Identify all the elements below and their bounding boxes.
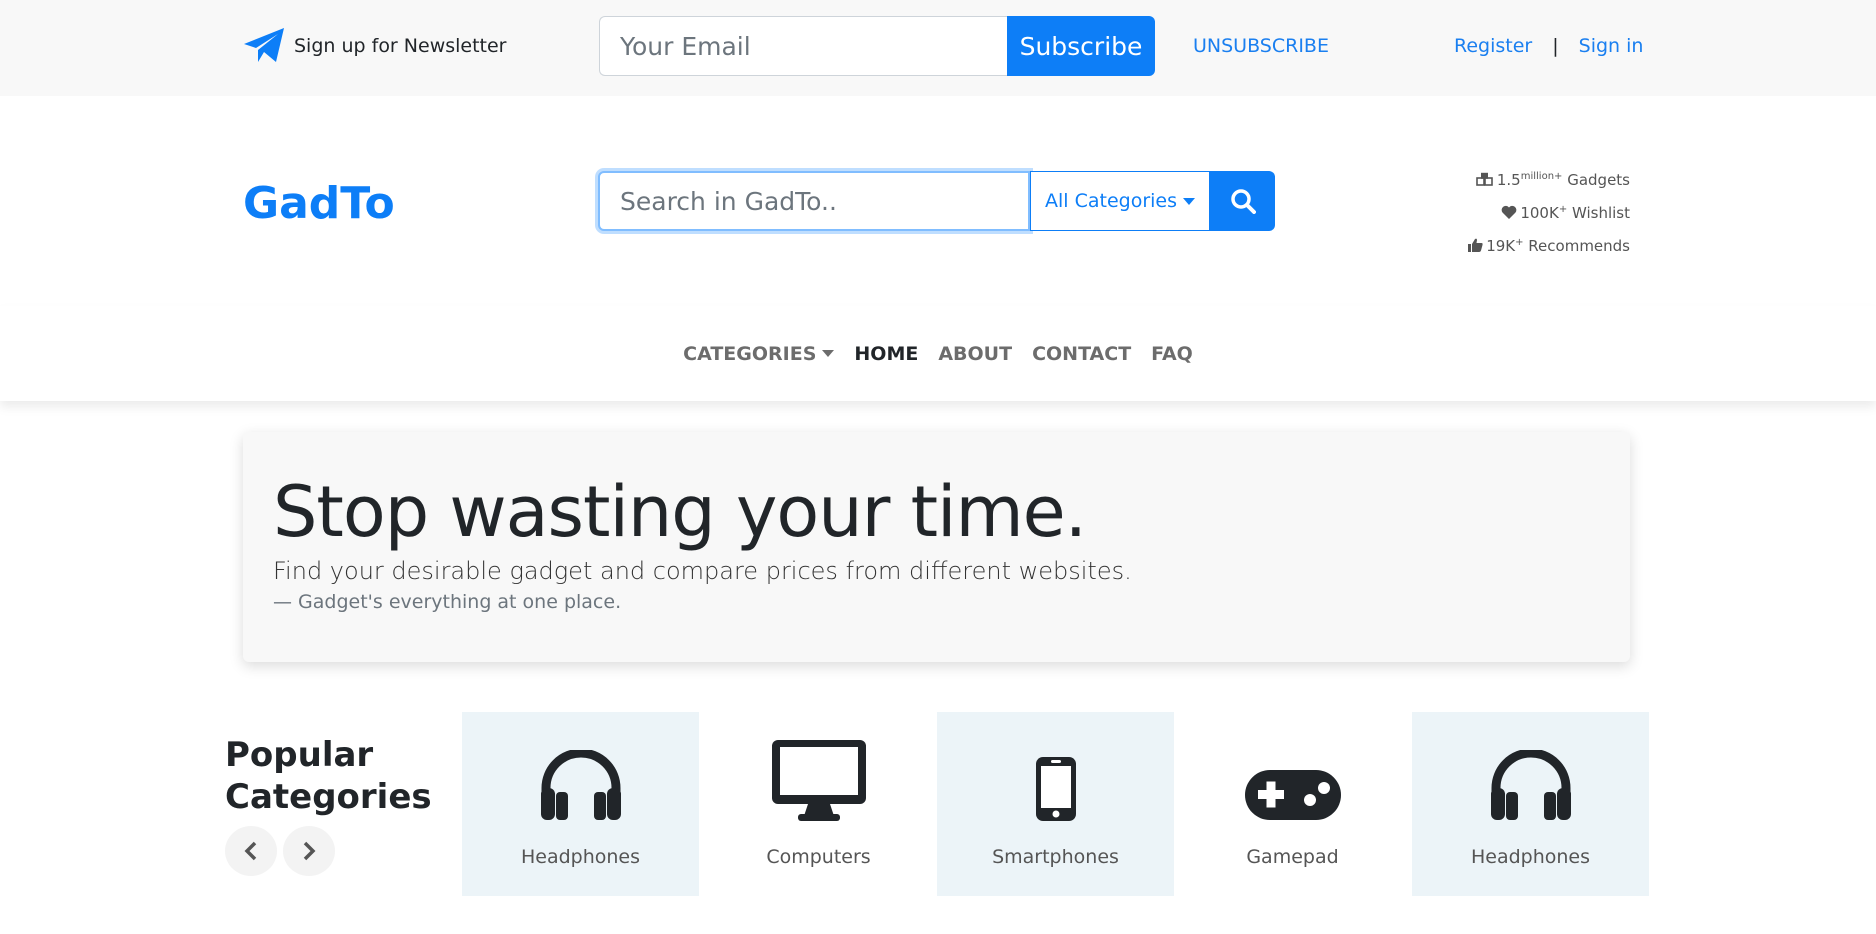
- category-card-label: Smartphones: [992, 846, 1119, 868]
- chevron-left-icon: [244, 841, 257, 861]
- search-input[interactable]: [598, 171, 1030, 231]
- stat-recommends-value: 19K: [1486, 237, 1516, 255]
- popular-categories-title: Popular Categories: [225, 734, 432, 818]
- auth-links: Register | Sign in: [1454, 35, 1643, 57]
- gamepad-icon: [1244, 770, 1341, 820]
- nav-categories[interactable]: CATEGORIES: [683, 342, 835, 365]
- nav-contact[interactable]: CONTACT: [1032, 343, 1131, 365]
- main-nav: CATEGORIES HOME ABOUT CONTACT FAQ: [0, 306, 1876, 401]
- category-card-gamepad[interactable]: Gamepad: [1174, 712, 1411, 896]
- category-select[interactable]: All Categories: [1030, 171, 1210, 231]
- chevron-right-icon: [303, 841, 316, 861]
- category-card-label: Computers: [766, 846, 871, 868]
- stat-wishlist-label: Wishlist: [1567, 204, 1630, 222]
- unsubscribe-link[interactable]: UNSUBSCRIBE: [1193, 35, 1329, 57]
- subscribe-button[interactable]: Subscribe: [1007, 16, 1155, 76]
- sign-in-link[interactable]: Sign in: [1579, 35, 1644, 57]
- category-select-label: All Categories: [1044, 190, 1177, 212]
- search-icon: [1230, 189, 1256, 214]
- category-card-smartphones[interactable]: Smartphones: [937, 712, 1174, 896]
- site-logo[interactable]: GadTo: [243, 178, 395, 229]
- carousel-prev-button[interactable]: [225, 826, 277, 876]
- popular-title-line2: Categories: [225, 777, 432, 817]
- site-stats: 1.5million+ Gadgets 100K+ Wishlist 19K+ …: [1468, 162, 1630, 261]
- popular-title-line1: Popular: [225, 735, 374, 775]
- caret-down-icon: [1183, 197, 1195, 205]
- stat-wishlist-value: 100K: [1520, 204, 1559, 222]
- heart-icon: [1501, 205, 1517, 219]
- hero-tagline: — Gadget's everything at one place.: [273, 590, 622, 613]
- cubes-icon: [1476, 172, 1493, 186]
- search-button[interactable]: [1210, 171, 1275, 231]
- stat-gadgets-sup: million+: [1520, 171, 1563, 182]
- newsletter-bar: Sign up for Newsletter Subscribe UNSUBSC…: [0, 0, 1876, 96]
- category-card-label: Gamepad: [1246, 846, 1339, 868]
- newsletter-label: Sign up for Newsletter: [294, 35, 507, 57]
- stat-recommends-label: Recommends: [1523, 237, 1630, 255]
- nav-home[interactable]: HOME: [854, 343, 918, 365]
- category-card-computers[interactable]: Computers: [700, 712, 937, 896]
- hero-lead: Find your desirable gadget and compare p…: [273, 556, 1132, 585]
- carousel-next-button[interactable]: [283, 826, 335, 876]
- category-card-headphones-2[interactable]: Headphones: [1412, 712, 1649, 896]
- hero-title: Stop wasting your time.: [273, 471, 1087, 553]
- stat-wishlist-sup: +: [1558, 204, 1568, 215]
- category-card-label: Headphones: [520, 846, 641, 868]
- stat-wishlist: 100K+ Wishlist: [1468, 195, 1630, 228]
- stat-gadgets: 1.5million+ Gadgets: [1468, 162, 1630, 195]
- smartphone-icon: [1035, 757, 1076, 821]
- stat-recommends-sup: +: [1515, 237, 1524, 248]
- newsletter-signup: Sign up for Newsletter: [242, 26, 507, 66]
- carousel-controls: [225, 826, 335, 876]
- stat-gadgets-value: 1.5: [1496, 171, 1521, 189]
- category-card-headphones[interactable]: Headphones: [462, 712, 699, 896]
- nav-categories-label: CATEGORIES: [683, 342, 817, 365]
- desktop-icon: [771, 740, 866, 821]
- paper-plane-icon: [244, 28, 284, 62]
- auth-separator: |: [1552, 35, 1559, 57]
- category-card-label: Headphones: [1470, 846, 1591, 868]
- stat-recommends: 19K+ Recommends: [1468, 228, 1630, 261]
- email-subscribe-form: Subscribe: [599, 16, 1155, 76]
- hero-banner: Stop wasting your time. Find your desira…: [243, 432, 1630, 662]
- email-input[interactable]: [599, 16, 1007, 76]
- thumbs-up-icon: [1468, 238, 1483, 252]
- nav-about[interactable]: ABOUT: [938, 343, 1012, 365]
- stat-gadgets-label: Gadgets: [1562, 171, 1630, 189]
- headphones-icon: [540, 750, 621, 820]
- headphones-icon: [1490, 750, 1571, 820]
- register-link[interactable]: Register: [1454, 35, 1532, 57]
- search-form: All Categories: [598, 171, 1275, 231]
- nav-faq[interactable]: FAQ: [1151, 343, 1193, 365]
- caret-down-icon: [822, 350, 835, 357]
